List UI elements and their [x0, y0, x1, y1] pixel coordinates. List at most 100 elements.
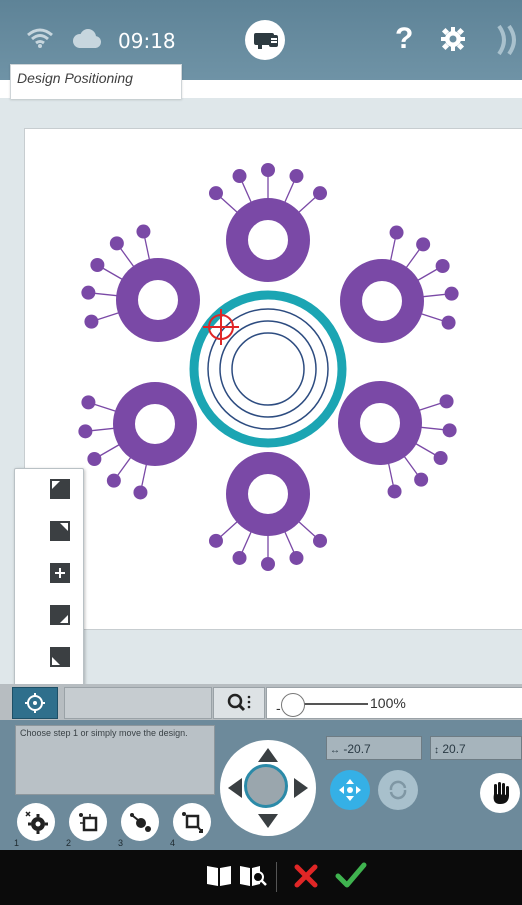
confirm-icon[interactable]	[334, 860, 368, 890]
y-coordinate-field[interactable]: ↕ 20.7	[430, 736, 522, 760]
step-4-frame-icon	[182, 812, 203, 833]
flower-bud	[442, 423, 457, 438]
flower-bud	[81, 285, 96, 300]
flower-motif	[208, 452, 328, 571]
zoom-slider-handle[interactable]	[281, 693, 305, 717]
flower-bud	[84, 314, 99, 329]
corner-top-right-icon	[60, 523, 68, 531]
magnifier-icon	[227, 693, 251, 712]
rotate-mode-button[interactable]	[378, 770, 418, 810]
flower-bud	[78, 424, 93, 439]
flower-bud	[81, 395, 96, 410]
flower-bud	[136, 224, 151, 239]
book-icon[interactable]	[205, 862, 233, 888]
embroidery-machine-button[interactable]	[245, 20, 285, 60]
flower-bud	[289, 550, 304, 565]
flower-bud	[313, 186, 328, 201]
flower-bud	[441, 315, 456, 330]
wifi-icon	[27, 28, 53, 48]
flower-bud	[433, 451, 448, 465]
step-2-frame-icon	[79, 813, 98, 832]
corner-bottom-right-icon	[60, 615, 68, 623]
position-center-button[interactable]	[50, 563, 70, 583]
position-bottom-right-button[interactable]	[50, 605, 70, 625]
rotate-icon	[389, 780, 407, 800]
flower-motif	[208, 163, 328, 282]
zoom-minus-label: -	[276, 700, 281, 716]
step-1-gear-icon	[25, 811, 48, 834]
gear-icon[interactable]	[440, 26, 466, 52]
crosshair-cursor[interactable]	[203, 309, 239, 345]
x-coordinate-field[interactable]: ↔ -20.7	[326, 736, 422, 760]
help-icon[interactable]: ?	[395, 22, 413, 56]
flower-bud	[232, 550, 247, 565]
step-2-label: 2	[66, 838, 72, 848]
positioning-menu-button[interactable]	[12, 687, 58, 719]
pan-hand-button[interactable]	[480, 773, 520, 813]
x-arrows-icon: ↔	[330, 745, 340, 756]
flower-bud	[414, 472, 429, 487]
corner-top-left-icon	[52, 481, 60, 489]
position-top-left-button[interactable]	[50, 479, 70, 499]
step-3-gear-icon	[130, 813, 151, 832]
edge-icon[interactable]	[495, 22, 522, 58]
step-4-button[interactable]	[173, 803, 211, 841]
flower-bud	[416, 237, 431, 252]
selection-field[interactable]	[64, 687, 212, 719]
flower-ring	[116, 258, 200, 342]
flower-motif	[338, 381, 457, 499]
cloud-icon	[73, 29, 101, 48]
book-search-icon[interactable]	[238, 862, 268, 888]
flower-bud	[87, 452, 102, 466]
flower-motif	[340, 225, 459, 343]
step-1-button[interactable]	[17, 803, 55, 841]
flower-bud	[106, 473, 121, 488]
flower-ring	[340, 259, 424, 343]
flower-bud	[261, 163, 275, 177]
positioning-menu	[14, 468, 84, 688]
embroidery-machine-icon	[254, 33, 278, 49]
step-3-label: 3	[118, 838, 124, 848]
center-plus-icon	[55, 568, 65, 578]
flower-bud	[133, 485, 148, 500]
tab-design-positioning[interactable]: Design Positioning	[10, 64, 182, 99]
flower-bud	[232, 169, 247, 184]
x-coordinate-value: -20.7	[343, 742, 371, 756]
flower-bud	[289, 169, 304, 184]
position-top-right-button[interactable]	[50, 521, 70, 541]
target-icon	[25, 693, 45, 713]
instruction-text: Choose step 1 or simply move the design.	[15, 725, 215, 795]
flower-motif	[81, 224, 200, 342]
cancel-icon[interactable]	[292, 862, 320, 890]
flower-bud	[389, 225, 404, 240]
flower-ring	[113, 382, 197, 466]
flower-ring	[338, 381, 422, 465]
corner-bottom-left-icon	[52, 657, 60, 665]
flower-ring	[226, 198, 310, 282]
flower-bud	[90, 258, 105, 272]
center-rings	[189, 290, 347, 448]
zoom-percentage: 100%	[370, 695, 406, 711]
tab-label: Design Positioning	[17, 70, 133, 86]
step-4-label: 4	[170, 838, 176, 848]
position-bottom-left-button[interactable]	[50, 647, 70, 667]
hand-icon	[493, 782, 509, 804]
step-3-button[interactable]	[121, 803, 159, 841]
flower-motif	[78, 382, 197, 500]
move-arrows-icon	[339, 779, 361, 801]
flower-bud	[109, 236, 124, 251]
step-2-button[interactable]	[69, 803, 107, 841]
flower-bud	[208, 186, 223, 201]
move-mode-button[interactable]	[330, 770, 370, 810]
y-arrows-icon: ↕	[434, 745, 439, 756]
bottom-separator	[276, 862, 277, 892]
flower-bud	[313, 533, 328, 548]
flower-bud	[444, 286, 459, 301]
flower-bud	[261, 557, 275, 571]
clock: 09:18	[118, 29, 176, 53]
y-coordinate-value: 20.7	[442, 742, 466, 756]
flower-bud	[439, 394, 454, 409]
zoom-options-button[interactable]	[213, 687, 265, 719]
flower-bud	[387, 484, 402, 499]
dpad-center-button[interactable]	[244, 764, 288, 808]
